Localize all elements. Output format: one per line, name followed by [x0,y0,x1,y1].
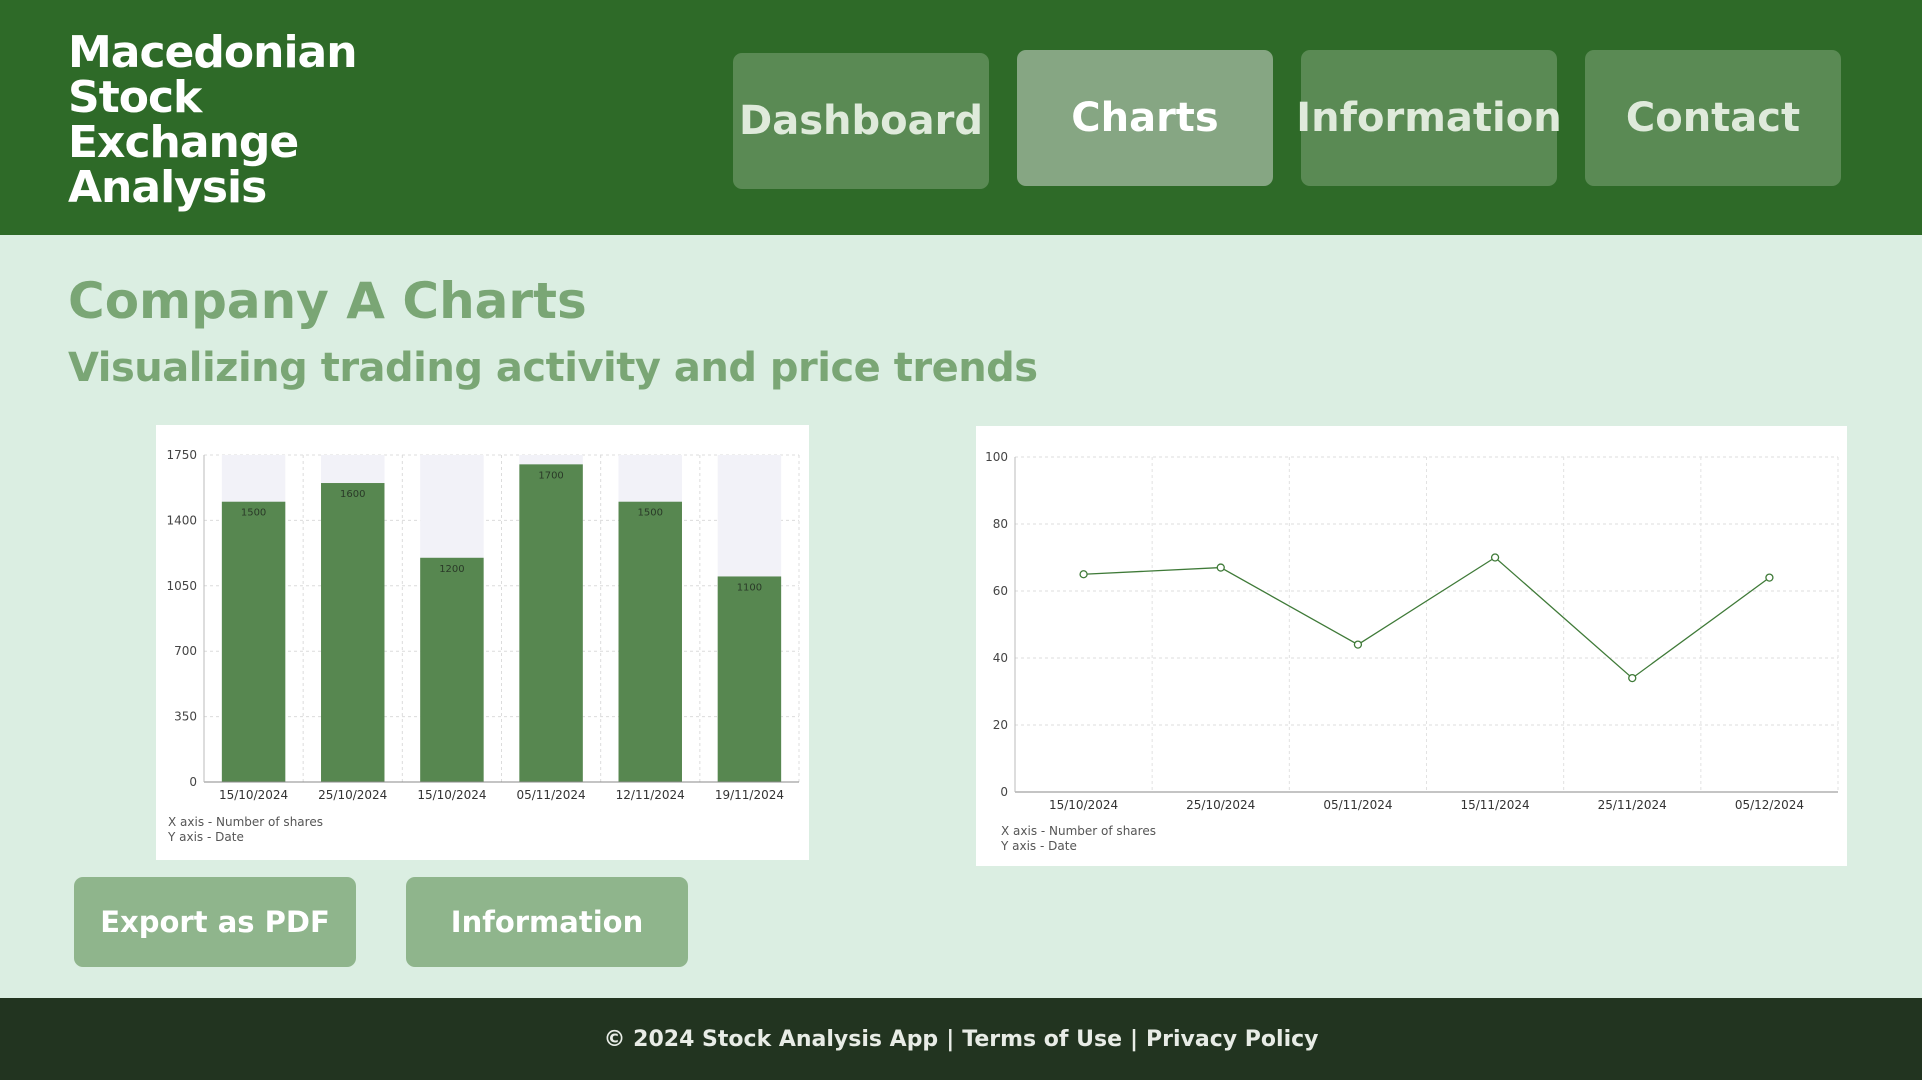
bar-chart-xtick: 25/10/2024 [318,788,387,802]
bar-chart-xtick: 19/11/2024 [715,788,784,802]
bar-chart-ytick: 1750 [166,448,197,462]
line-chart-xtick: 25/10/2024 [1186,798,1255,812]
bar-chart-ytick: 0 [189,775,197,789]
line-chart-ytick: 80 [993,517,1008,531]
nav-contact[interactable]: Contact [1585,50,1841,186]
page-title: Company A Charts [68,272,587,330]
line-chart-point [1628,673,1637,683]
line-chart-ytick: 100 [985,450,1008,464]
logo-line-1: Macedonian [68,27,358,78]
line-chart-note-y: Y axis - Date [1001,839,1077,853]
line-chart-xtick: 15/11/2024 [1460,798,1529,812]
bar-chart-bar [519,464,583,782]
nav-dashboard[interactable]: Dashboard [733,53,989,189]
footer-separator: | [946,1026,955,1052]
line-chart-point [1490,553,1500,562]
information-button[interactable]: Information [406,877,688,967]
bar-chart-ytick: 350 [174,710,197,724]
bar-chart-ytick: 1050 [166,579,197,593]
header: Macedonian Stock Exchange Analysis Dashb… [0,0,1922,235]
nav-charts[interactable]: Charts [1017,50,1273,186]
footer-copyright: © 2024 Stock Analysis App [603,1026,939,1052]
logo-line-3: Exchange [68,117,299,168]
bar-chart-note-x: X axis - Number of shares [168,815,323,829]
footer-separator: | [1130,1026,1139,1052]
export-pdf-button[interactable]: Export as PDF [74,877,356,967]
bar-chart-xtick: 15/10/2024 [219,788,288,802]
line-chart-notes: X axis - Number of shares Y axis - Date [1001,824,1156,854]
bar-chart-notes: X axis - Number of shares Y axis - Date [168,815,323,845]
footer: © 2024 Stock Analysis App | Terms of Use… [0,998,1922,1080]
line-chart-note-x: X axis - Number of shares [1001,824,1156,838]
bar-chart-bar [321,483,385,782]
site-logo[interactable]: Macedonian Stock Exchange Analysis [68,27,358,213]
line-chart-point [1353,640,1363,649]
line-chart-ytick: 20 [993,718,1008,732]
terms-link[interactable]: Terms of Use [962,1027,1122,1052]
bar-chart-bar [618,501,682,782]
bar-chart-ytick: 700 [174,644,197,658]
line-chart-card: 0 20 40 60 80 100 15/10/2024 25/10/2024 05/11/20… [976,426,1847,866]
bar-chart-xtick: 05/11/2024 [516,788,585,802]
bar-chart-data-label: 1600 [340,489,365,500]
bar-chart-data-label: 1100 [737,582,762,593]
bar-chart-bar [717,576,782,782]
bar-chart-xtick: 15/10/2024 [417,788,486,802]
logo-line-4: Analysis [68,162,267,213]
logo-line-2: Stock [68,72,202,123]
line-chart-point [1765,573,1774,582]
line-chart-xtick: 05/12/2024 [1735,798,1804,812]
line-chart-ytick: 60 [993,584,1008,598]
bar-chart-xtick: 12/11/2024 [616,788,685,802]
bar-chart-bar [221,501,286,782]
privacy-link[interactable]: Privacy Policy [1146,1027,1318,1052]
line-chart-xtick: 25/11/2024 [1598,798,1667,812]
bar-chart-data-label: 1500 [638,508,663,519]
bar-chart-ytick: 1400 [166,513,197,527]
bar-chart-bar [420,557,484,782]
line-chart-xtick: 15/10/2024 [1049,798,1118,812]
bar-chart: 0 350 700 1050 1400 1750 1500 15/10/2024 1600 25/… [166,448,800,802]
nav-information[interactable]: Information [1296,50,1562,186]
line-chart-point [1216,563,1225,572]
line-chart: 0 20 40 60 80 100 15/10/2024 25/10/2024 05/11/20… [985,450,1839,812]
line-chart-point [1079,570,1088,579]
line-chart-series-line [1083,556,1770,679]
line-chart-xtick: 05/11/2024 [1323,798,1392,812]
page-subtitle: Visualizing trading activity and price t… [68,345,1038,391]
bar-chart-note-y: Y axis - Date [168,830,244,844]
bar-chart-card: 0 350 700 1050 1400 1750 1500 15/10/2024 1600 25/… [156,425,809,860]
line-chart-ytick: 40 [993,651,1008,665]
bar-chart-data-label: 1200 [439,564,464,575]
line-chart-ytick: 0 [1000,785,1008,799]
bar-chart-data-label: 1700 [538,470,563,481]
bar-chart-data-label: 1500 [241,508,266,519]
